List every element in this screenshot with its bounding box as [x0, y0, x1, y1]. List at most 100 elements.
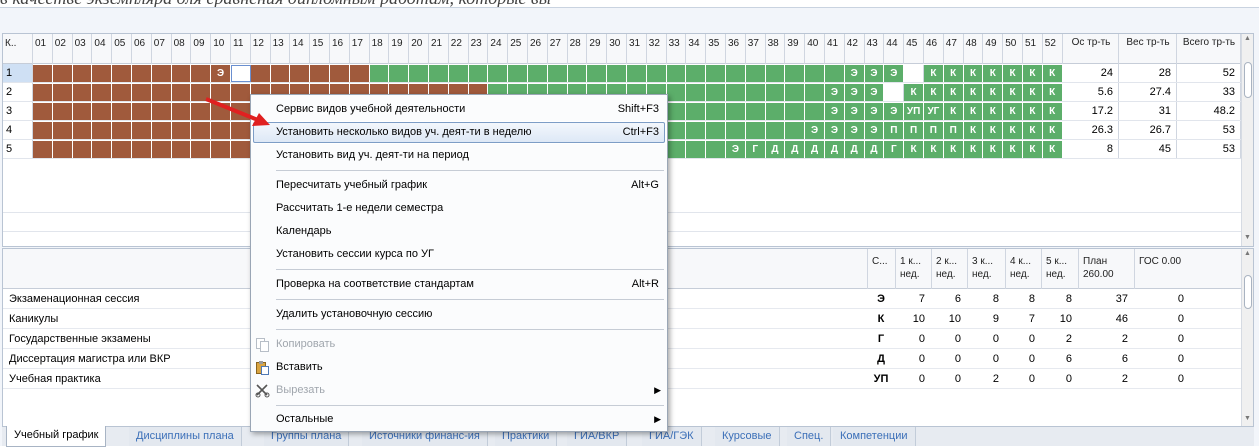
week-cell[interactable]: Д [864, 141, 885, 158]
scrollbar-thumb[interactable] [1244, 275, 1252, 309]
week-cell[interactable] [231, 65, 251, 82]
week-cell[interactable] [52, 141, 73, 158]
tab-specialty[interactable]: Спец. [787, 427, 832, 446]
week-cell[interactable]: К [1023, 65, 1043, 82]
week-header[interactable]: 08 [172, 34, 192, 64]
arrow-up-icon[interactable]: ▲ [1244, 35, 1251, 42]
week-header[interactable]: 19 [389, 34, 410, 64]
week-cell[interactable]: К [963, 65, 984, 82]
week-cell[interactable]: УП [904, 103, 924, 120]
menu-item-set-activity-period[interactable]: Установить вид уч. деят-ти на период [251, 144, 667, 167]
week-cell[interactable] [132, 84, 152, 101]
week-cell[interactable]: Э [884, 65, 905, 82]
week-cell[interactable]: К [1003, 103, 1023, 120]
week-cell[interactable]: П [884, 122, 905, 139]
week-cell[interactable] [785, 122, 806, 139]
week-header[interactable]: 37 [746, 34, 766, 64]
week-header[interactable]: 42 [845, 34, 865, 64]
week-header[interactable]: 23 [469, 34, 489, 64]
week-cell[interactable]: Э [844, 122, 865, 139]
week-cell[interactable] [745, 122, 766, 139]
week-cell[interactable] [33, 65, 53, 82]
week-cell[interactable] [52, 84, 73, 101]
schedule-row[interactable]: 1 Э Э Э Э К К К К К К К 24 28 52 [3, 64, 1243, 83]
week-header[interactable]: 10 [211, 34, 231, 64]
week-cell[interactable]: Э [844, 84, 865, 101]
week-header[interactable]: 20 [409, 34, 429, 64]
week-cell[interactable] [765, 103, 786, 120]
week-cell[interactable] [72, 103, 93, 120]
week-cell[interactable] [706, 103, 726, 120]
week-cell[interactable]: Э [884, 103, 905, 120]
week-cell[interactable] [151, 141, 172, 158]
week-cell[interactable] [33, 122, 53, 139]
week-cell[interactable] [666, 141, 687, 158]
week-cell[interactable] [151, 84, 172, 101]
week-cell[interactable] [171, 141, 192, 158]
menu-item-check-standards[interactable]: Проверка на соответствие стандартам Alt+… [251, 273, 667, 296]
menu-item-cut[interactable]: Вырезать ▶ [251, 379, 667, 402]
week-cell[interactable]: К [1042, 103, 1063, 120]
week-cell[interactable]: П [943, 122, 964, 139]
week-cell[interactable]: К [963, 84, 984, 101]
week-cell[interactable] [33, 103, 53, 120]
week-cell[interactable]: Д [765, 141, 786, 158]
week-cell[interactable]: Э [726, 141, 746, 158]
week-cell[interactable]: К [1042, 122, 1063, 139]
week-cell[interactable]: Д [805, 141, 825, 158]
week-header[interactable]: 24 [488, 34, 509, 64]
week-header[interactable]: 21 [429, 34, 449, 64]
week-cell[interactable]: К [963, 103, 984, 120]
week-cell[interactable] [686, 122, 707, 139]
scrollbar-thumb[interactable] [1244, 62, 1252, 98]
week-cell[interactable] [706, 141, 726, 158]
week-cell[interactable] [587, 65, 608, 82]
week-cell[interactable] [290, 65, 311, 82]
week-cell[interactable]: К [943, 141, 964, 158]
week-cell[interactable] [112, 65, 132, 82]
week-cell[interactable] [745, 65, 766, 82]
week-cell[interactable] [33, 141, 53, 158]
week-cell[interactable] [745, 103, 766, 120]
schedule-grid-scrollbar[interactable]: ▲ ▼ [1241, 34, 1253, 246]
week-cell[interactable]: Д [785, 141, 806, 158]
week-header[interactable]: 12 [251, 34, 271, 64]
week-cell[interactable] [726, 122, 746, 139]
week-cell[interactable] [508, 65, 528, 82]
week-header[interactable]: 27 [548, 34, 568, 64]
week-header[interactable]: 46 [924, 34, 944, 64]
week-cell[interactable] [805, 103, 825, 120]
week-cell[interactable] [765, 84, 786, 101]
menu-item-set-multiple-activities[interactable]: Установить несколько видов уч. деят-ти в… [251, 121, 667, 144]
week-cell[interactable] [706, 122, 726, 139]
week-cell[interactable] [132, 65, 152, 82]
week-cell[interactable]: К [1042, 141, 1063, 158]
week-cell[interactable] [250, 65, 271, 82]
week-header[interactable]: 44 [884, 34, 905, 64]
week-cell[interactable] [785, 103, 806, 120]
week-cell[interactable]: Г [884, 141, 905, 158]
week-header[interactable]: 09 [191, 34, 212, 64]
week-header[interactable]: 48 [964, 34, 984, 64]
week-cell[interactable] [904, 65, 924, 82]
course-3-weeks-header[interactable]: 3 к... нед. [967, 249, 1005, 289]
week-cell[interactable]: К [943, 65, 964, 82]
week-cell[interactable] [666, 122, 687, 139]
week-header[interactable]: 26 [528, 34, 548, 64]
week-cell[interactable] [369, 65, 390, 82]
week-cell[interactable]: Э [864, 65, 885, 82]
week-cell[interactable]: К [943, 103, 964, 120]
week-header[interactable]: 13 [271, 34, 291, 64]
week-cell[interactable]: Э [805, 122, 825, 139]
week-cell[interactable] [92, 122, 113, 139]
week-cell[interactable] [92, 141, 113, 158]
week-cell[interactable] [112, 122, 132, 139]
tab-coursework[interactable]: Курсовые [715, 427, 780, 446]
week-header[interactable]: 17 [350, 34, 370, 64]
week-cell[interactable] [92, 103, 113, 120]
week-cell[interactable] [884, 84, 905, 101]
week-header[interactable]: 40 [805, 34, 825, 64]
week-header[interactable]: 45 [904, 34, 924, 64]
week-header[interactable]: 52 [1043, 34, 1063, 64]
week-cell[interactable] [765, 122, 786, 139]
